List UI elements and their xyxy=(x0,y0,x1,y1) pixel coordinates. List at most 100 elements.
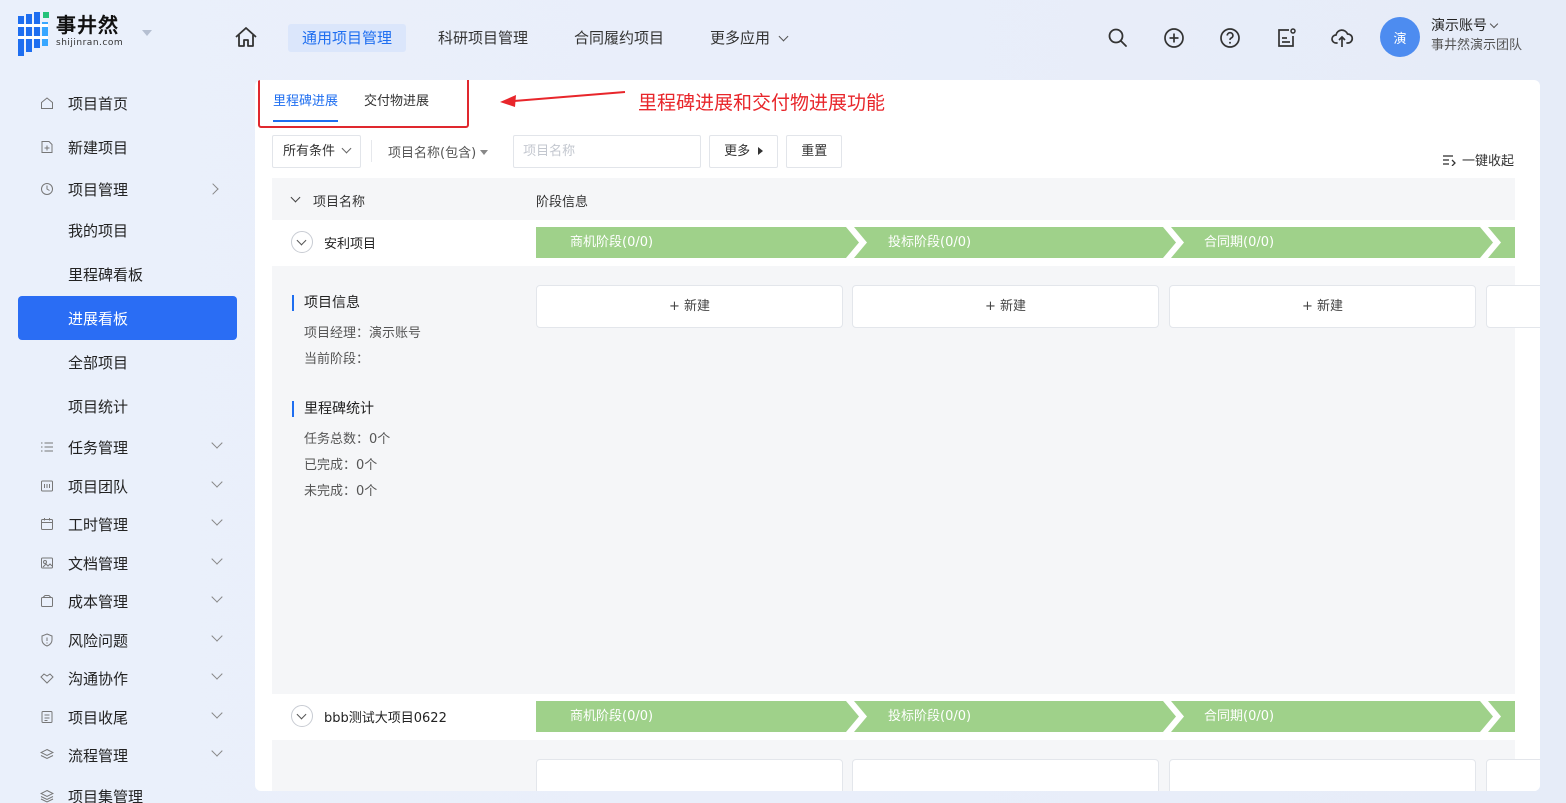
user-team: 事井然演示团队 xyxy=(1431,38,1523,53)
brand-logo[interactable]: 事井然 shijinran.com xyxy=(18,12,123,60)
sidebar-item-progress-board[interactable]: 进展看板 xyxy=(18,296,237,340)
new-milestone-button[interactable] xyxy=(1486,759,1540,791)
expand-toggle-icon[interactable] xyxy=(291,705,313,727)
condition-select[interactable]: 所有条件 xyxy=(272,134,362,168)
sidebar-item-project-home[interactable]: 项目首页 xyxy=(18,81,237,125)
sidebar-item-cost[interactable]: 成本管理 xyxy=(18,579,237,623)
more-filters-button[interactable]: 更多 xyxy=(709,134,779,168)
new-milestone-button[interactable] xyxy=(536,759,843,791)
chevron-down-icon xyxy=(211,514,223,526)
new-milestone-button[interactable] xyxy=(1486,285,1540,328)
brand-name: 事井然 xyxy=(56,13,119,37)
project-row: bbb测试大项目0622 商机阶段(0/0) 投标阶段(0/0) 合同期(0/0… xyxy=(272,694,1515,738)
caret-right-icon xyxy=(758,146,764,155)
task-uncompleted: 未完成：0个 xyxy=(304,484,378,499)
layers-icon xyxy=(40,748,54,760)
progress-board-panel: 里程碑进展 交付物进展 里程碑进展和交付物进展功能 所有条件 项目名称(包含) … xyxy=(255,80,1540,791)
milestone-stats-title: 里程碑统计 xyxy=(292,401,390,417)
sidebar-item-new-project[interactable]: 新建项目 xyxy=(18,125,237,169)
reset-button[interactable]: 重置 xyxy=(786,134,843,168)
task-completed: 已完成：0个 xyxy=(304,458,378,473)
sidebar-item-task-management[interactable]: 任务管理 xyxy=(18,425,237,469)
stage-label[interactable]: 合同期(0/0) xyxy=(1204,701,1274,732)
chevron-down-icon xyxy=(211,630,223,642)
stage-chevrons xyxy=(536,701,1515,732)
new-milestone-button[interactable]: + 新建 xyxy=(536,285,843,328)
avatar[interactable]: 演 xyxy=(1380,17,1420,57)
project-info-block: 项目信息 项目经理：演示账号 当前阶段： xyxy=(292,295,421,373)
project-name-search-input[interactable] xyxy=(513,134,702,168)
add-circle-icon[interactable] xyxy=(1162,26,1186,50)
sidebar-item-project-statistics[interactable]: 项目统计 xyxy=(18,384,237,428)
nav-more-apps[interactable]: 更多应用 xyxy=(696,24,801,52)
project-row: 安利项目 商机阶段(0/0) 投标阶段(0/0) 合同期(0/0) xyxy=(272,220,1515,264)
home-icon[interactable] xyxy=(234,26,258,48)
project-manager: 项目经理：演示账号 xyxy=(304,326,422,341)
expand-toggle-icon[interactable] xyxy=(291,231,313,253)
logo-mark-icon xyxy=(18,12,50,56)
cloud-upload-icon[interactable] xyxy=(1330,26,1354,50)
sidebar-item-milestone-board[interactable]: 里程碑看板 xyxy=(18,252,237,296)
user-name: 演示账号 xyxy=(1431,18,1487,34)
stage-label[interactable]: 商机阶段(0/0) xyxy=(570,227,653,258)
chevron-down-icon[interactable] xyxy=(290,192,301,203)
new-milestone-button[interactable]: + 新建 xyxy=(852,285,1159,328)
nav-research-projects[interactable]: 科研项目管理 xyxy=(424,24,542,52)
chevron-down-icon xyxy=(211,437,223,449)
chevron-down-icon xyxy=(211,745,223,757)
stack-icon xyxy=(40,789,54,803)
stage-bar: 商机阶段(0/0) 投标阶段(0/0) 合同期(0/0) xyxy=(536,701,1515,732)
help-icon[interactable] xyxy=(1218,26,1242,50)
new-file-icon xyxy=(41,141,53,153)
caret-down-icon xyxy=(480,149,489,155)
stage-label[interactable]: 投标阶段(0/0) xyxy=(888,701,971,732)
chevron-down-icon xyxy=(211,553,223,565)
nav-general-projects[interactable]: 通用项目管理 xyxy=(288,24,407,52)
new-milestone-button[interactable] xyxy=(852,759,1159,791)
stage-label[interactable]: 合同期(0/0) xyxy=(1204,227,1274,258)
new-milestone-button[interactable]: + 新建 xyxy=(1169,285,1476,328)
sidebar-item-communication[interactable]: 沟通协作 xyxy=(18,656,237,700)
task-total: 任务总数：0个 xyxy=(304,432,391,447)
stage-bar: 商机阶段(0/0) 投标阶段(0/0) 合同期(0/0) xyxy=(536,227,1515,258)
shield-icon xyxy=(41,633,53,647)
chevron-down-icon xyxy=(211,476,223,488)
chevron-down-icon xyxy=(211,668,223,680)
search-icon[interactable] xyxy=(1106,26,1130,50)
sidebar-item-process[interactable]: 流程管理 xyxy=(18,733,237,777)
sidebar-item-project-management[interactable]: 项目管理 xyxy=(18,167,237,211)
nav-contract-projects[interactable]: 合同履约项目 xyxy=(560,24,678,52)
app-switch-caret-icon[interactable] xyxy=(142,30,152,36)
list-icon xyxy=(41,442,53,452)
column-header-stage-info: 阶段信息 xyxy=(536,195,589,210)
chevron-down-icon xyxy=(778,31,789,42)
column-header-project-name: 项目名称 xyxy=(313,195,366,210)
project-name[interactable]: 安利项目 xyxy=(324,233,376,252)
project-detail-panel: 项目信息 项目经理：演示账号 当前阶段： 里程碑统计 任务总数：0个 已完成：0… xyxy=(272,266,1540,695)
collapse-icon xyxy=(1442,154,1456,166)
user-menu[interactable]: 演 演示账号 事井然演示团队 xyxy=(1380,17,1522,57)
new-milestone-button[interactable] xyxy=(1169,759,1476,791)
project-detail-panel xyxy=(272,740,1540,791)
calendar-icon xyxy=(41,518,53,530)
sidebar-item-timesheet[interactable]: 工时管理 xyxy=(18,502,237,546)
stage-chevrons xyxy=(536,227,1515,258)
wallet-icon xyxy=(41,595,53,607)
chevron-right-icon xyxy=(207,183,219,195)
brand-domain: shijinran.com xyxy=(56,38,124,48)
project-name[interactable]: bbb测试大项目0622 xyxy=(324,707,447,726)
sidebar-item-program[interactable]: 项目集管理 xyxy=(18,774,237,803)
collapse-all-button[interactable]: 一键收起 xyxy=(1442,150,1514,169)
annotation-highlight-box xyxy=(258,80,469,128)
handshake-icon xyxy=(40,673,54,684)
stage-label[interactable]: 商机阶段(0/0) xyxy=(570,701,653,732)
current-stage: 当前阶段： xyxy=(304,352,370,367)
top-nav: 通用项目管理 科研项目管理 合同履约项目 更多应用 xyxy=(288,24,819,52)
sidebar-item-my-projects[interactable]: 我的项目 xyxy=(18,208,237,252)
sidebar-item-all-projects[interactable]: 全部项目 xyxy=(18,340,237,384)
stage-label[interactable]: 投标阶段(0/0) xyxy=(888,227,971,258)
notice-icon[interactable] xyxy=(1274,26,1298,50)
home-icon xyxy=(41,97,53,109)
annotation-arrow-icon xyxy=(500,91,626,107)
field-select[interactable]: 项目名称(包含) xyxy=(380,142,496,161)
